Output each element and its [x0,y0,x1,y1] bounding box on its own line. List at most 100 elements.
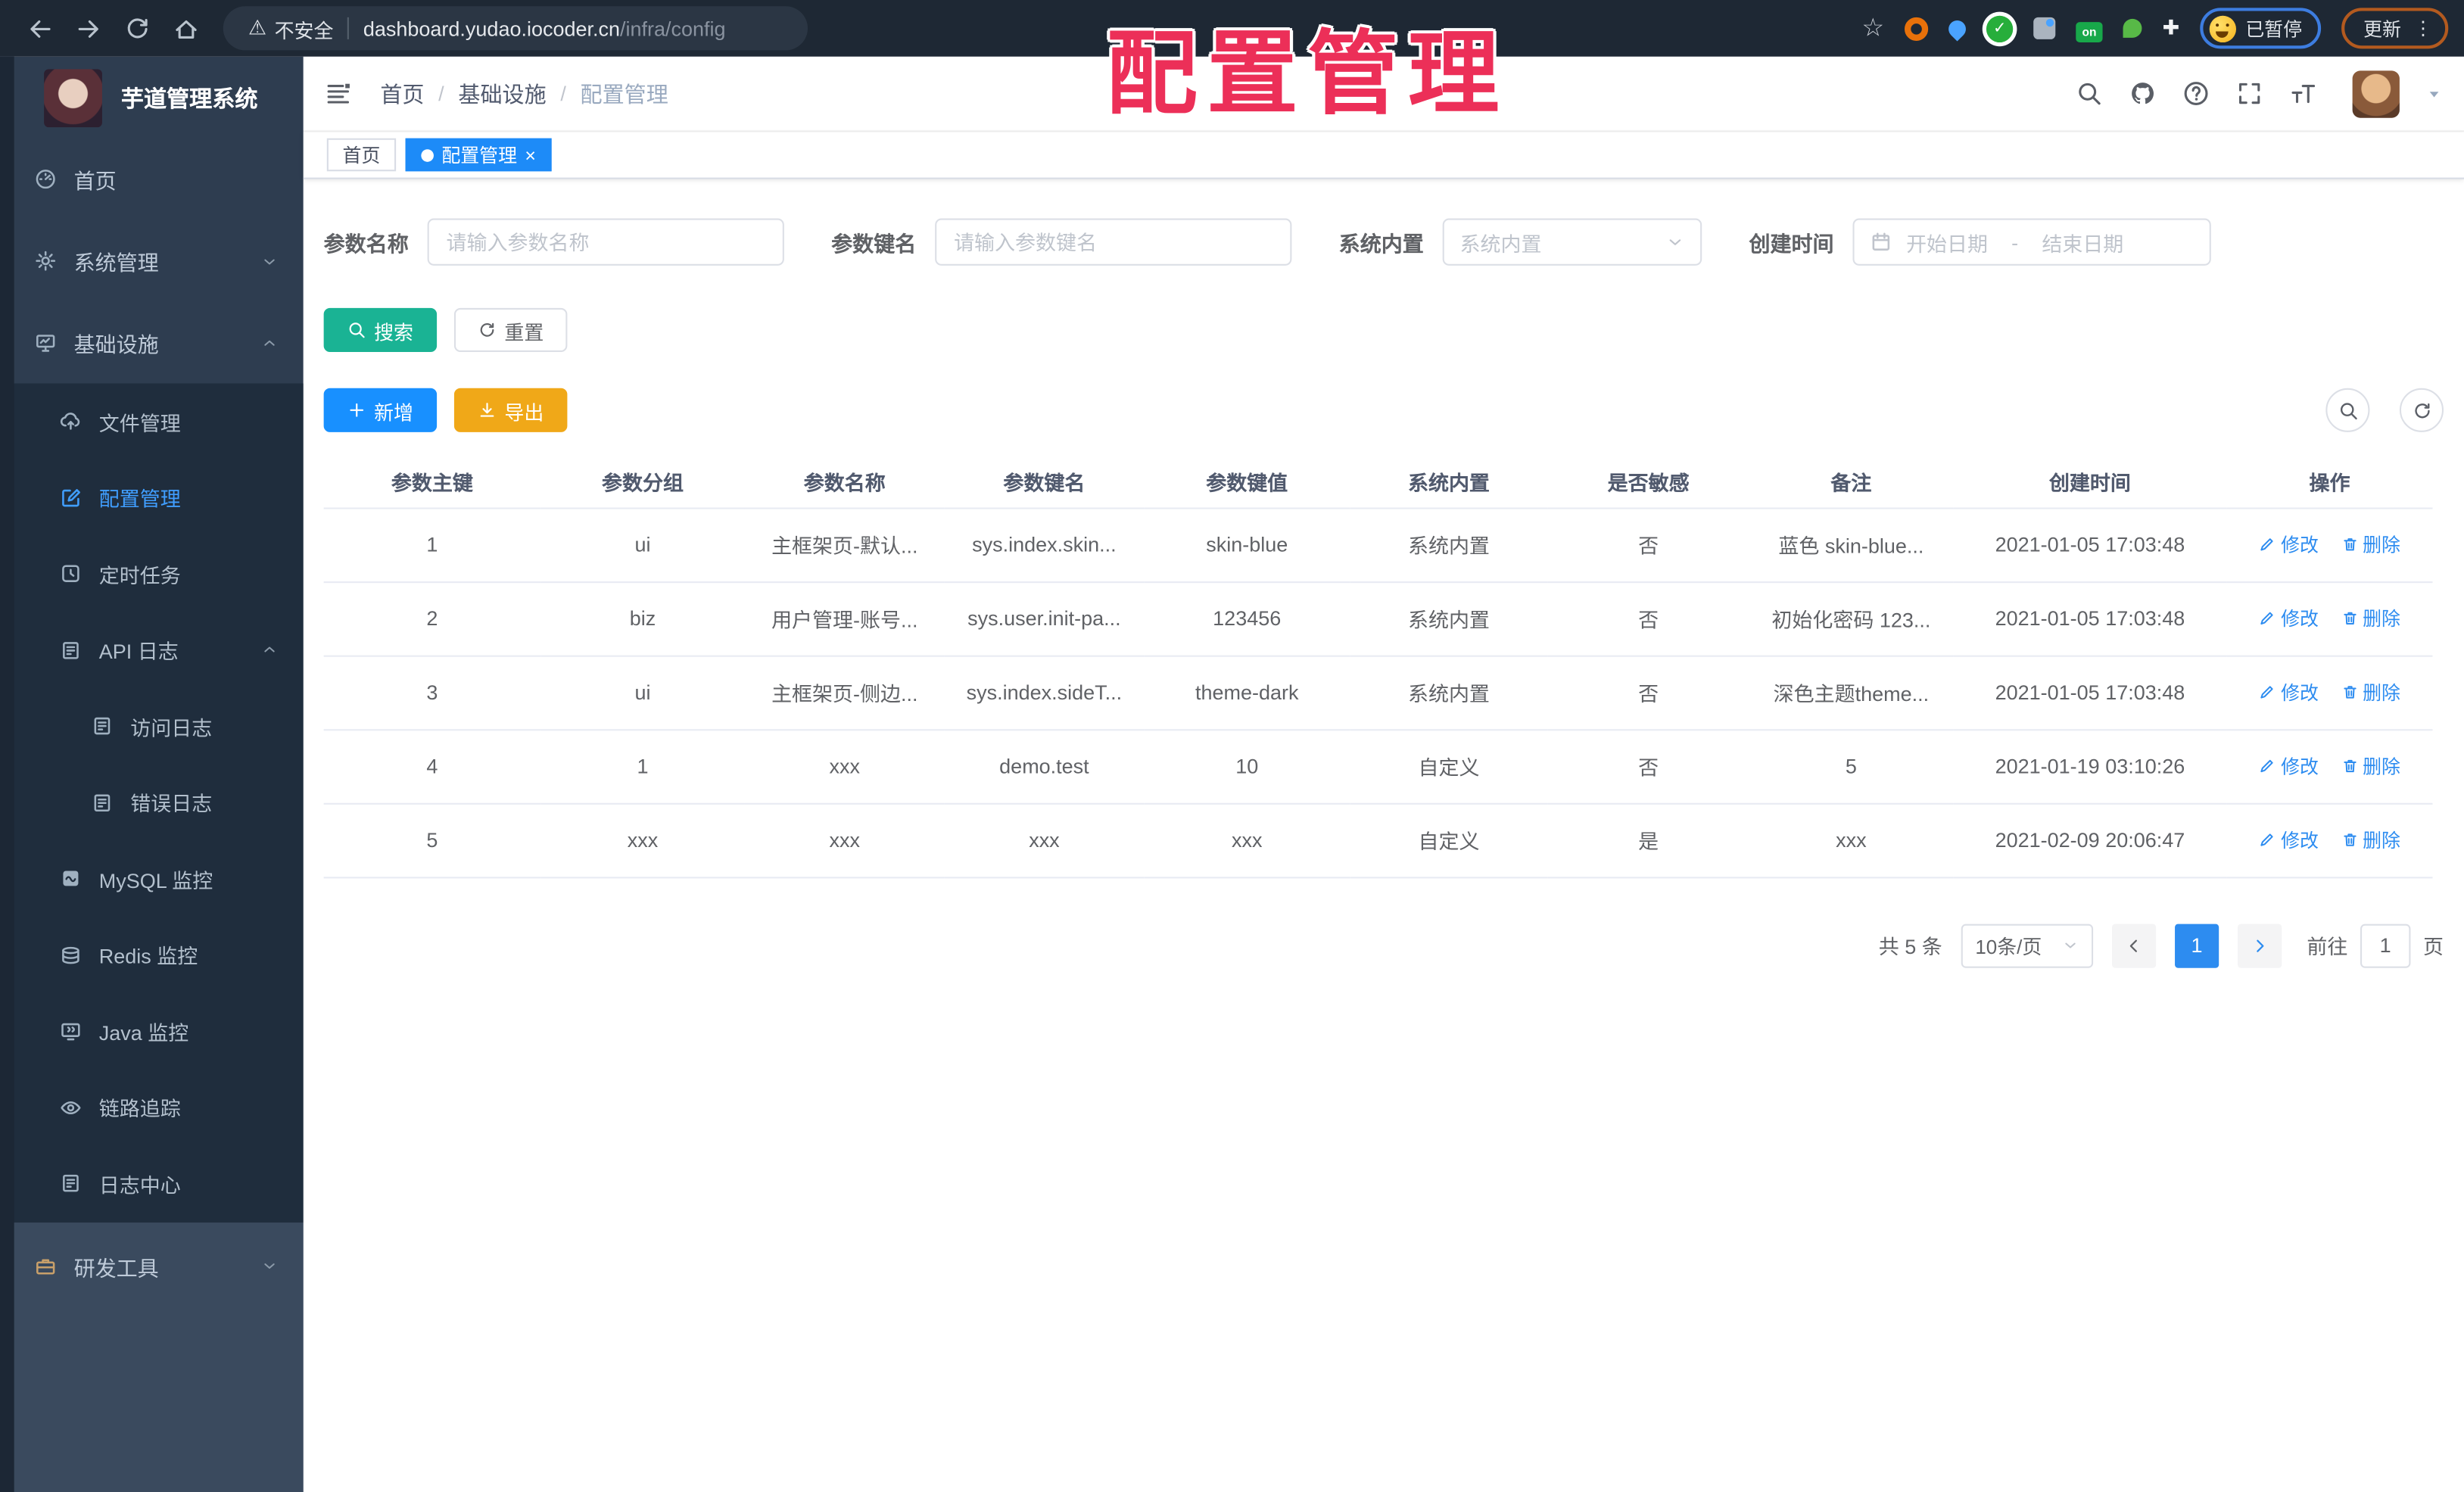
extension-on-icon[interactable]: on [2076,15,2103,42]
sidebar-item[interactable]: 基础设施 [0,302,304,384]
table-row: 2 biz 用户管理-账号... sys.user.init-pa... 123456 系… [323,581,2433,656]
delete-link[interactable]: 删除 [2341,827,2400,853]
sidebar-item[interactable]: Java 监控 [0,993,304,1070]
extension-pin-icon[interactable] [1945,16,1970,41]
edit-link[interactable]: 修改 [2259,605,2319,631]
top-navbar: 首页 / 基础设施 / 配置管理 [303,57,2464,132]
table-cell: xxx [944,802,1145,878]
github-icon[interactable] [2129,80,2156,107]
reset-button[interactable]: 重置 [453,307,568,353]
export-button[interactable]: 导出 [453,388,568,432]
tag-config-active[interactable]: 配置管理 × [405,138,552,172]
close-icon[interactable]: × [525,145,536,164]
tag-home[interactable]: 首页 [326,138,397,172]
sidebar-item[interactable]: 研发工具 [0,1222,304,1310]
toggle-search-button[interactable] [2325,388,2370,432]
extension-sprout-icon[interactable] [2123,18,2142,38]
font-size-icon[interactable] [2290,80,2316,107]
goto-page-input[interactable]: 1 [2360,923,2411,967]
breadcrumb-item[interactable]: 首页 [380,78,424,110]
eye-icon [60,1096,82,1118]
extension-grid-icon[interactable] [2033,17,2056,39]
table-cell: 是 [1547,802,1749,878]
delete-link[interactable]: 删除 [2341,752,2400,779]
caret-down-icon[interactable] [2426,86,2442,101]
delete-link[interactable]: 删除 [2341,679,2400,706]
trash-icon [2341,609,2358,627]
edit-link[interactable]: 修改 [2259,752,2319,779]
dashboard-icon [35,168,57,190]
next-page-button[interactable] [2238,923,2282,967]
add-button[interactable]: 新增 [323,388,438,432]
browser-home-button[interactable] [173,15,199,42]
fullscreen-icon[interactable] [2236,80,2263,107]
address-bar[interactable]: ⚠ 不安全 dashboard.yudao.iocoder.cn/infra/c… [223,6,808,51]
table-cell: 123456 [1144,581,1350,656]
table-cell: 否 [1547,507,1749,583]
sidebar-item[interactable]: Redis 监控 [0,917,304,993]
table-cell: 用户管理-账号... [744,581,945,656]
chevron-up-icon [261,641,279,659]
sidebar-item[interactable]: 配置管理 [0,459,304,536]
table-cell: theme-dark [1144,655,1350,730]
sidebar-item[interactable]: MySQL 监控 [0,841,304,917]
sidebar-item-label: 研发工具 [73,1256,159,1280]
table-cell: xxx [1749,802,1954,878]
sidebar-item[interactable]: 访问日志 [0,688,304,765]
edit-link[interactable]: 修改 [2259,827,2319,853]
help-icon[interactable] [2182,80,2209,107]
browser-back-button[interactable] [26,15,53,42]
extensions-puzzle-icon[interactable]: ✚ [2163,16,2180,41]
built-in-select[interactable]: 系统内置 [1442,218,1702,266]
create-time-range-picker[interactable]: 开始日期 - 结束日期 [1852,218,2211,266]
browser-reload-button[interactable] [124,15,151,42]
param-name-input[interactable] [427,218,784,266]
param-key-input[interactable] [935,218,1292,266]
search-icon[interactable] [2076,80,2102,107]
breadcrumb-item[interactable]: 基础设施 [458,78,546,110]
built-in-label: 系统内置 [1338,232,1424,257]
table-cell: 系统内置 [1350,655,1548,730]
sidebar-item[interactable]: 首页 [0,139,304,220]
user-avatar[interactable] [2352,70,2400,117]
sidebar-item[interactable]: 错误日志 [0,765,304,841]
edit-link[interactable]: 修改 [2259,531,2319,558]
menu-dots-icon[interactable]: ⋮ [2414,17,2433,39]
table-cell-actions: 修改 删除 [2226,802,2433,878]
pencil-icon [2259,758,2276,775]
chevron-down-icon [1665,232,1684,251]
trash-icon [2341,831,2358,849]
paused-badge[interactable]: 已暂停 [2200,8,2322,49]
sidebar-item-label: 链路追踪 [98,1097,181,1121]
sidebar-item[interactable]: 日志中心 [0,1145,304,1222]
prev-page-button[interactable] [2111,923,2157,967]
refresh-table-button[interactable] [2399,388,2444,432]
sidebar-item[interactable]: 文件管理 [0,384,304,460]
pencil-icon [2259,536,2276,553]
sidebar-item-label: 日志中心 [98,1173,181,1198]
extension-green-icon[interactable]: ✓ [1986,14,2014,42]
delete-link[interactable]: 删除 [2341,605,2400,631]
edit-link[interactable]: 修改 [2259,679,2319,706]
update-button[interactable]: 更新 ⋮ [2341,8,2449,49]
sidebar-item[interactable]: 系统管理 [0,220,304,302]
collapse-sidebar-icon[interactable] [326,80,352,107]
app-logo-row[interactable]: 芋道管理系统 [0,57,304,139]
filter-form: 参数名称 参数键名 系统内置 系统内置 创建时间 开始日期 - 结束日期 [324,218,2444,266]
bookmark-star-icon[interactable]: ☆ [1861,13,1884,45]
sidebar-item[interactable]: API 日志 [0,612,304,689]
page-number-button[interactable]: 1 [2174,923,2219,967]
extension-orange-icon[interactable] [1905,16,1929,40]
search-button[interactable]: 搜索 [323,307,438,353]
browser-forward-button[interactable] [76,15,102,42]
delete-link[interactable]: 删除 [2341,531,2400,558]
table-cell: 2 [323,581,541,656]
sidebar-item[interactable]: 链路追踪 [0,1070,304,1146]
page-size-select[interactable]: 10条/页 [1961,923,2094,967]
tags-view-bar: 首页 配置管理 × [303,132,2464,179]
table-cell-actions: 修改 删除 [2226,655,2433,730]
tag-active-dot [421,148,434,161]
sidebar-item[interactable]: 定时任务 [0,536,304,612]
page-unit-label: 页 [2423,935,2444,959]
app-title: 芋道管理系统 [120,87,258,113]
